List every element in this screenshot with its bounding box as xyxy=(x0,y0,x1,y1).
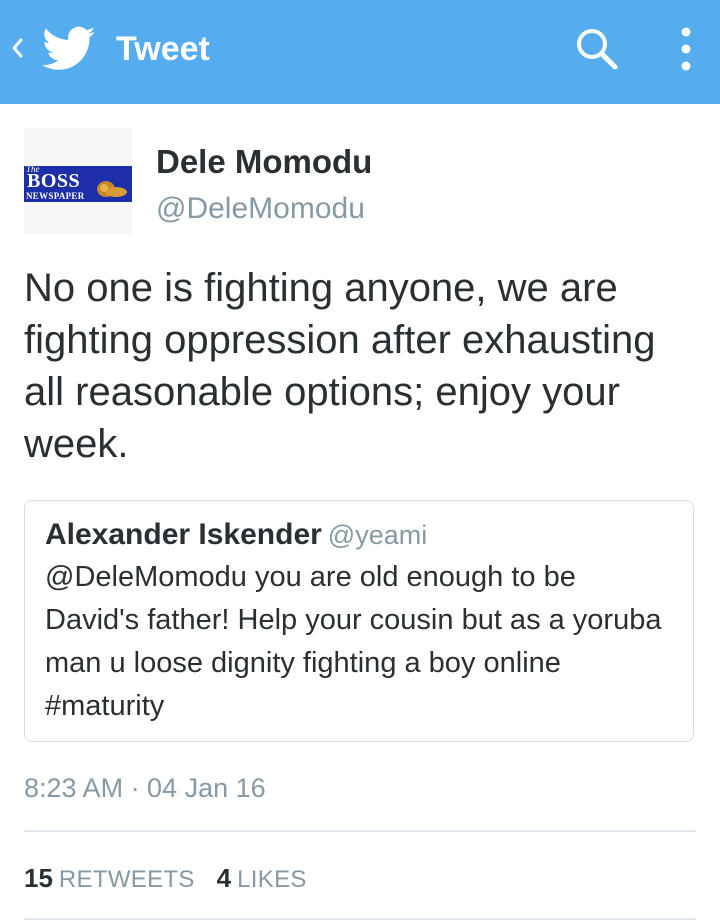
avatar-logo-text-main: BOSS xyxy=(27,170,81,192)
divider xyxy=(24,918,696,920)
quoted-author-name: Alexander Iskender xyxy=(45,518,322,551)
search-icon[interactable] xyxy=(574,26,620,72)
twitter-bird-icon[interactable] xyxy=(42,26,96,72)
page-title: Tweet xyxy=(116,30,210,68)
avatar-logo-text-bottom: NEWSPAPER xyxy=(26,191,85,201)
top-app-bar: Tweet xyxy=(0,0,720,104)
lion-logo-icon xyxy=(97,181,127,197)
tweet-stats: 15 RETWEETS 4 LIKES xyxy=(24,860,307,901)
likes-stat[interactable]: 4 LIKES xyxy=(217,863,307,893)
likes-count: 4 xyxy=(216,863,232,893)
likes-label: LIKES xyxy=(237,866,307,893)
avatar[interactable]: The BOSS NEWSPAPER xyxy=(24,128,132,234)
quoted-tweet-card[interactable]: Alexander Iskender @yeami @DeleMomodu you… xyxy=(24,500,694,742)
chevron-left-icon[interactable] xyxy=(10,30,26,66)
tweet-text: No one is fighting anyone, we are fighti… xyxy=(24,266,656,466)
divider xyxy=(24,830,696,832)
overflow-menu-icon[interactable] xyxy=(668,22,704,76)
retweets-label: RETWEETS xyxy=(58,866,195,893)
quoted-tweet-text: @DeleMomodu you are old enough to be Dav… xyxy=(45,561,662,722)
tweet-timestamp: 8:23 AM · 04 Jan 16 xyxy=(24,773,266,803)
author-name[interactable]: Dele Momodu xyxy=(156,142,372,182)
retweets-stat[interactable]: 15 RETWEETS xyxy=(24,863,195,893)
author-handle[interactable]: @DeleMomodu xyxy=(156,190,365,228)
retweets-count: 15 xyxy=(24,863,53,893)
quoted-author-handle: @yeami xyxy=(327,520,428,550)
quoted-tweet-header: Alexander Iskender @yeami xyxy=(45,515,427,560)
